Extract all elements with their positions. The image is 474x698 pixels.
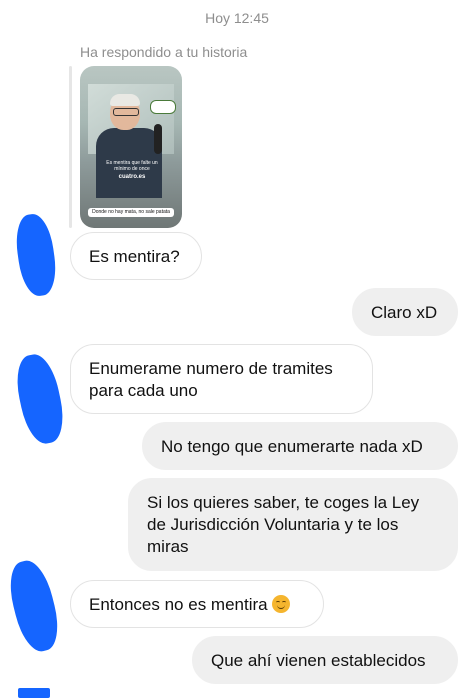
outgoing-message[interactable]: Si los quieres saber, te coges la Ley de… <box>128 478 458 571</box>
story-microphone <box>154 124 162 154</box>
smiling-face-icon <box>271 595 290 613</box>
outgoing-message[interactable]: Claro xD <box>352 288 458 336</box>
story-person-hair <box>110 94 140 106</box>
incoming-message[interactable]: Enumerame numero de tramites para cada u… <box>70 344 373 414</box>
story-reply-label: Ha respondido a tu historia <box>80 44 248 60</box>
avatar-redaction <box>11 350 69 448</box>
avatar-redaction <box>18 688 50 698</box>
message-text-line: para cada uno <box>89 381 198 400</box>
cut-off-message <box>88 684 308 693</box>
message-text-line: de Jurisdicción Voluntaria y te los <box>147 515 399 534</box>
story-logo-badge <box>150 100 176 114</box>
outgoing-message[interactable]: No tengo que enumerarte nada xD <box>142 422 458 470</box>
message-text: Que ahí vienen establecidos <box>211 651 426 670</box>
outgoing-message[interactable]: Que ahí vienen establecidos <box>192 636 458 684</box>
message-text: No tengo que enumerarte nada xD <box>161 437 423 456</box>
message-text-line: Enumerame numero de tramites <box>89 359 333 378</box>
avatar-redaction <box>12 211 60 299</box>
message-text-line: Si los quieres saber, te coges la Ley <box>147 493 420 512</box>
story-thumbnail[interactable]: Es mentira que falte un mínimo de once c… <box>80 66 182 228</box>
story-overlay-text: Es mentira que falte un mínimo de once <box>106 160 158 172</box>
message-text-line: miras <box>147 537 189 556</box>
story-person-glasses <box>113 108 139 116</box>
story-overlay-brand: cuatro.es <box>118 174 146 180</box>
message-text: Es mentira? <box>89 247 180 266</box>
message-text: Claro xD <box>371 303 438 322</box>
incoming-message[interactable]: Entonces no es mentira <box>70 580 324 628</box>
message-text: Entonces no es mentira <box>89 595 268 614</box>
incoming-message[interactable]: Es mentira? <box>70 232 202 280</box>
story-reply-line <box>69 66 72 228</box>
message-timestamp: Hoy 12:45 <box>205 10 269 26</box>
avatar-redaction <box>3 556 65 656</box>
story-caption: Donde no hay mata, no sale patata <box>88 208 174 217</box>
